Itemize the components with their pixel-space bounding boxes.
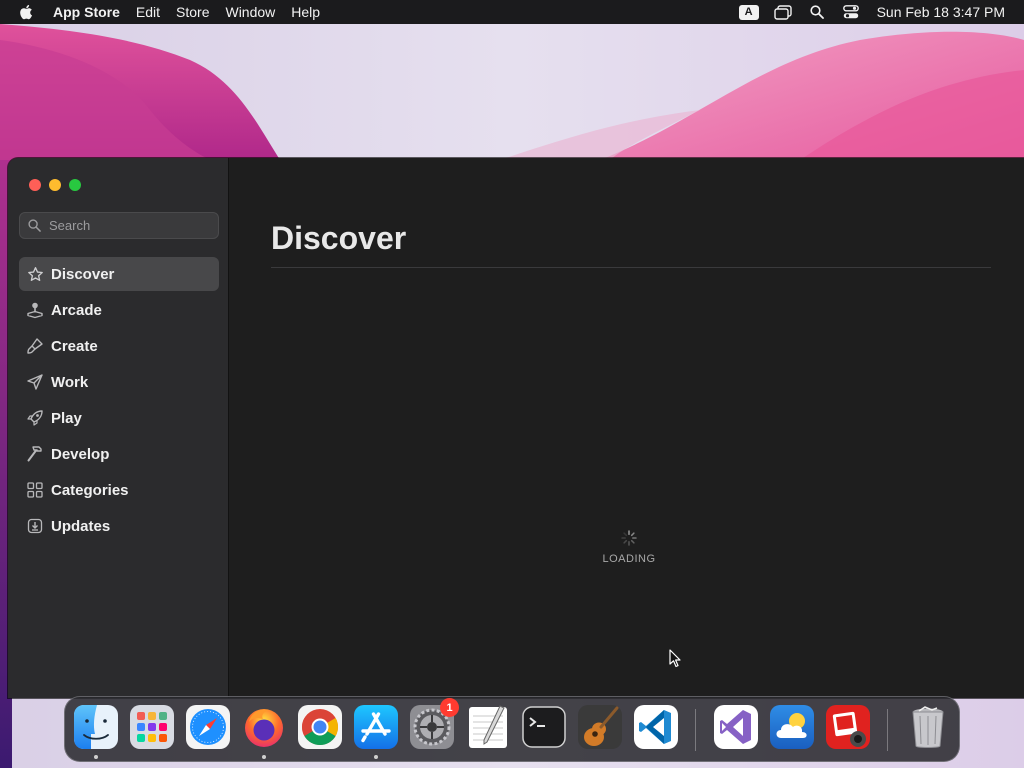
visual-studio-icon — [714, 705, 758, 749]
sidebar-item-label: Create — [51, 337, 98, 355]
stage-manager-icon — [773, 4, 792, 20]
dock-separator — [695, 709, 696, 751]
apple-logo-icon — [20, 4, 32, 20]
dock-app-finder[interactable] — [73, 704, 119, 759]
textedit-icon — [469, 705, 507, 748]
dock-app-app-store[interactable] — [353, 704, 399, 759]
menu-edit[interactable]: Edit — [128, 0, 168, 24]
dock-app-trash[interactable] — [905, 704, 951, 750]
download-icon — [25, 516, 45, 536]
dock: 1 — [64, 696, 960, 762]
sidebar: Discover Arcade Create Work — [8, 158, 229, 698]
menu-bar-clock[interactable]: Sun Feb 18 3:47 PM — [868, 4, 1024, 20]
grid-icon — [25, 480, 45, 500]
dock-app-launchpad[interactable] — [129, 704, 175, 750]
dock-app-vscode[interactable] — [633, 704, 679, 750]
spotlight-menu[interactable] — [800, 0, 834, 24]
finder-icon — [74, 705, 118, 749]
sidebar-item-play[interactable]: Play — [19, 401, 219, 435]
brush-icon — [25, 336, 45, 356]
sidebar-item-label: Play — [51, 409, 82, 427]
search-icon — [28, 219, 41, 232]
sidebar-item-updates[interactable]: Updates — [19, 509, 219, 543]
minimize-window-button[interactable] — [49, 179, 61, 191]
app-store-window: Discover Arcade Create Work — [8, 158, 1024, 698]
dock-app-chrome[interactable] — [297, 704, 343, 750]
chrome-icon — [298, 705, 342, 749]
sidebar-item-arcade[interactable]: Arcade — [19, 293, 219, 327]
dock-app-system-preferences[interactable]: 1 — [409, 698, 459, 750]
sidebar-item-label: Work — [51, 373, 89, 391]
menu-bar: App Store Edit Store Window Help A Sun F… — [0, 0, 1024, 24]
photo-booth-icon — [826, 705, 870, 749]
paper-plane-icon — [25, 372, 45, 392]
sidebar-nav: Discover Arcade Create Work Play Develop… — [19, 257, 219, 545]
input-source-icon: A — [738, 4, 759, 20]
notification-badge: 1 — [440, 698, 459, 717]
dock-app-terminal[interactable] — [521, 704, 567, 750]
title-divider — [271, 267, 991, 268]
sidebar-item-develop[interactable]: Develop — [19, 437, 219, 471]
screen-mirroring-menu[interactable] — [766, 0, 800, 24]
main-content: Discover LOADING — [229, 158, 1024, 698]
menu-window[interactable]: Window — [217, 0, 283, 24]
menu-app-name[interactable]: App Store — [52, 0, 128, 24]
sidebar-item-label: Updates — [51, 517, 111, 535]
sidebar-item-categories[interactable]: Categories — [19, 473, 219, 507]
zoom-window-button[interactable] — [69, 179, 81, 191]
dock-app-garageband[interactable] — [577, 704, 623, 750]
dock-separator — [887, 709, 888, 751]
sidebar-item-label: Develop — [51, 445, 110, 463]
weather-icon — [770, 705, 814, 749]
dock-app-textedit[interactable] — [465, 704, 511, 750]
joystick-icon — [25, 300, 45, 320]
search-input[interactable] — [47, 217, 211, 234]
search-icon — [809, 5, 824, 19]
dock-app-visual-studio[interactable] — [713, 704, 759, 750]
garageband-icon — [578, 705, 622, 749]
app-store-icon — [354, 705, 398, 749]
running-indicator — [262, 755, 266, 759]
running-indicator — [374, 755, 378, 759]
apple-menu[interactable] — [0, 4, 52, 20]
sidebar-item-work[interactable]: Work — [19, 365, 219, 399]
vscode-icon — [634, 705, 678, 749]
close-window-button[interactable] — [29, 179, 41, 191]
page-title: Discover — [271, 220, 407, 256]
star-icon — [25, 264, 45, 284]
dock-app-photo-booth[interactable] — [825, 704, 871, 750]
safari-icon — [186, 705, 230, 749]
control-center-menu[interactable] — [834, 0, 868, 24]
input-source-menu[interactable]: A — [732, 0, 766, 24]
menu-help[interactable]: Help — [283, 0, 328, 24]
launchpad-icon — [130, 705, 174, 749]
trash-icon — [912, 706, 944, 748]
dock-app-weather[interactable] — [769, 704, 815, 750]
mouse-cursor-icon — [669, 649, 681, 668]
control-center-icon — [842, 5, 859, 19]
sidebar-item-create[interactable]: Create — [19, 329, 219, 363]
menu-store[interactable]: Store — [168, 0, 217, 24]
loading-spinner-icon — [621, 530, 637, 546]
sidebar-item-label: Discover — [51, 265, 115, 283]
running-indicator — [94, 755, 98, 759]
sidebar-item-discover[interactable]: Discover — [19, 257, 219, 291]
terminal-icon — [522, 706, 566, 748]
loading-label: LOADING — [602, 553, 656, 565]
search-field[interactable] — [19, 212, 219, 239]
firefox-icon — [245, 709, 283, 747]
sidebar-item-label: Categories — [51, 481, 129, 499]
rocket-icon — [25, 408, 45, 428]
dock-app-safari[interactable] — [185, 704, 231, 750]
dock-app-firefox[interactable] — [241, 704, 287, 759]
sidebar-item-label: Arcade — [51, 301, 102, 319]
hammer-icon — [25, 444, 45, 464]
